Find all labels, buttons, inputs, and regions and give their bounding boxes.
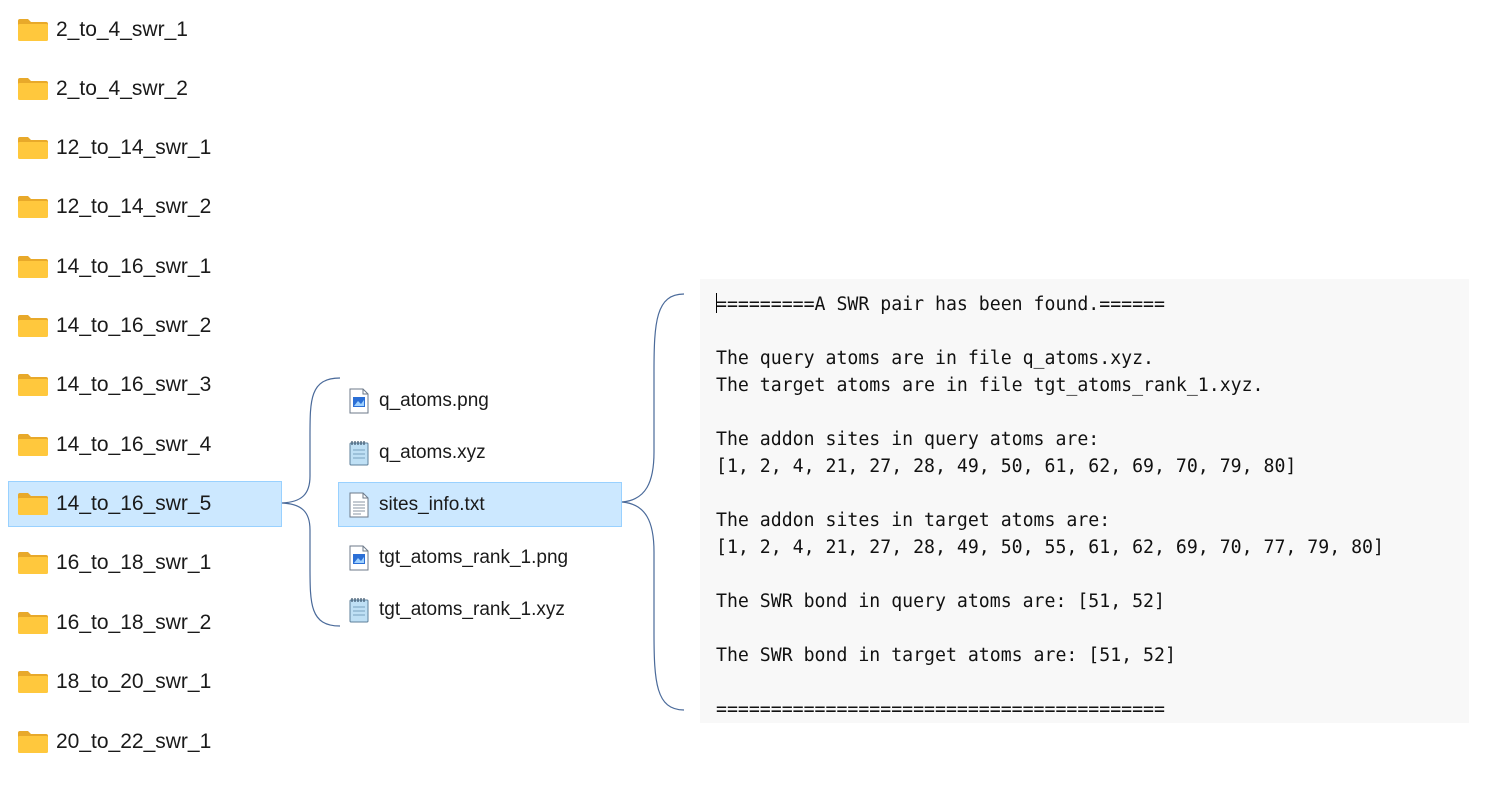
folder-icon (18, 78, 48, 100)
folder-icon (18, 374, 48, 396)
folder-item[interactable]: 20_to_22_swr_1 (8, 719, 282, 765)
folder-label: 14_to_16_swr_4 (56, 433, 212, 456)
file-item[interactable]: tgt_atoms_rank_1.png (338, 535, 622, 580)
image-file-icon (349, 545, 369, 570)
folder-icon (18, 552, 48, 574)
folder-label: 14_to_16_swr_2 (56, 314, 212, 337)
folder-icon (18, 731, 48, 753)
document-line-text: =========A SWR pair has been found.=====… (716, 294, 1165, 315)
file-label: sites_info.txt (379, 493, 485, 515)
document-line-text: The addon sites in query atoms are: (716, 429, 1100, 450)
folder-item[interactable]: 16_to_18_swr_2 (8, 600, 282, 646)
folder-item[interactable]: 12_to_14_swr_2 (8, 184, 282, 230)
folder-icon (18, 256, 48, 278)
file-item[interactable]: sites_info.txt (338, 482, 622, 527)
notepad-file-icon (349, 440, 369, 465)
file-label: tgt_atoms_rank_1.png (379, 546, 569, 568)
folder-label: 16_to_18_swr_2 (56, 611, 212, 634)
folder-item[interactable]: 14_to_16_swr_1 (8, 244, 282, 290)
folder-item[interactable]: 16_to_18_swr_1 (8, 540, 282, 586)
folder-icon (18, 19, 48, 41)
notepad-file-icon (349, 597, 369, 622)
document-line-text: ========================================… (716, 699, 1165, 720)
folder-label: 14_to_16_swr_1 (56, 255, 212, 278)
file-label: tgt_atoms_rank_1.xyz (379, 598, 565, 620)
folder-label: 16_to_18_swr_1 (56, 551, 212, 574)
file-label: q_atoms.xyz (379, 441, 486, 463)
document-line: =========A SWR pair has been found.=====… (716, 291, 1469, 318)
folder-label: 12_to_14_swr_2 (56, 195, 212, 218)
document-line: ========================================… (716, 696, 1469, 723)
document-line-text: [1, 2, 4, 21, 27, 28, 49, 50, 55, 61, 62… (716, 537, 1384, 558)
document-line: The SWR bond in query atoms are: [51, 52… (716, 588, 1469, 615)
folder-label: 14_to_16_swr_5 (56, 492, 212, 515)
folder-icon (18, 137, 48, 159)
folder-to-files-bracket (281, 377, 341, 627)
folder-label: 20_to_22_swr_1 (56, 730, 212, 753)
document-line: The addon sites in target atoms are: (716, 507, 1469, 534)
document-line: The SWR bond in target atoms are: [51, 5… (716, 642, 1469, 669)
document-line-text: The SWR bond in target atoms are: [51, 5… (716, 645, 1176, 666)
folder-label: 18_to_20_swr_1 (56, 670, 212, 693)
folder-item[interactable]: 14_to_16_swr_5 (8, 481, 282, 527)
folder-icon (18, 196, 48, 218)
folder-item[interactable]: 2_to_4_swr_2 (8, 66, 282, 112)
folder-icon (18, 493, 48, 515)
document-line: [1, 2, 4, 21, 27, 28, 49, 50, 55, 61, 62… (716, 534, 1469, 561)
folder-item[interactable]: 12_to_14_swr_1 (8, 125, 282, 171)
folder-icon (18, 315, 48, 337)
explorer-diagram: 2_to_4_swr_1 2_to_4_swr_2 12_to_14_swr_1 12… (0, 0, 1496, 787)
document-line: The addon sites in query atoms are: (716, 426, 1469, 453)
folder-label: 14_to_16_swr_3 (56, 373, 212, 396)
document-line-text: The addon sites in target atoms are: (716, 510, 1111, 531)
document-line: [1, 2, 4, 21, 27, 28, 49, 50, 61, 62, 69… (716, 453, 1469, 480)
folder-item[interactable]: 14_to_16_swr_4 (8, 422, 282, 468)
folder-icon (18, 434, 48, 456)
file-item[interactable]: q_atoms.xyz (338, 430, 622, 475)
folder-icon (18, 671, 48, 693)
text-document[interactable]: =========A SWR pair has been found.=====… (700, 279, 1469, 723)
file-item[interactable]: q_atoms.png (338, 378, 622, 423)
folder-item[interactable]: 18_to_20_swr_1 (8, 659, 282, 705)
folder-item[interactable]: 2_to_4_swr_1 (8, 7, 282, 53)
document-line-text: The target atoms are in file tgt_atoms_r… (716, 375, 1264, 396)
text-file-icon (349, 492, 369, 517)
document-line-text: The SWR bond in query atoms are: [51, 52… (716, 591, 1165, 612)
folder-item[interactable]: 14_to_16_swr_3 (8, 362, 282, 408)
document-line-text: The query atoms are in file q_atoms.xyz. (716, 348, 1154, 369)
document-line: The target atoms are in file tgt_atoms_r… (716, 372, 1469, 399)
folder-label: 12_to_14_swr_1 (56, 136, 212, 159)
file-label: q_atoms.png (379, 389, 489, 411)
image-file-icon (349, 388, 369, 413)
folder-label: 2_to_4_swr_1 (56, 18, 188, 41)
folder-icon (18, 612, 48, 634)
folder-item[interactable]: 14_to_16_swr_2 (8, 303, 282, 349)
document-line: The query atoms are in file q_atoms.xyz. (716, 345, 1469, 372)
document-line-text: [1, 2, 4, 21, 27, 28, 49, 50, 61, 62, 69… (716, 456, 1297, 477)
folder-label: 2_to_4_swr_2 (56, 77, 188, 100)
file-to-document-bracket (621, 293, 685, 711)
file-item[interactable]: tgt_atoms_rank_1.xyz (338, 587, 622, 632)
